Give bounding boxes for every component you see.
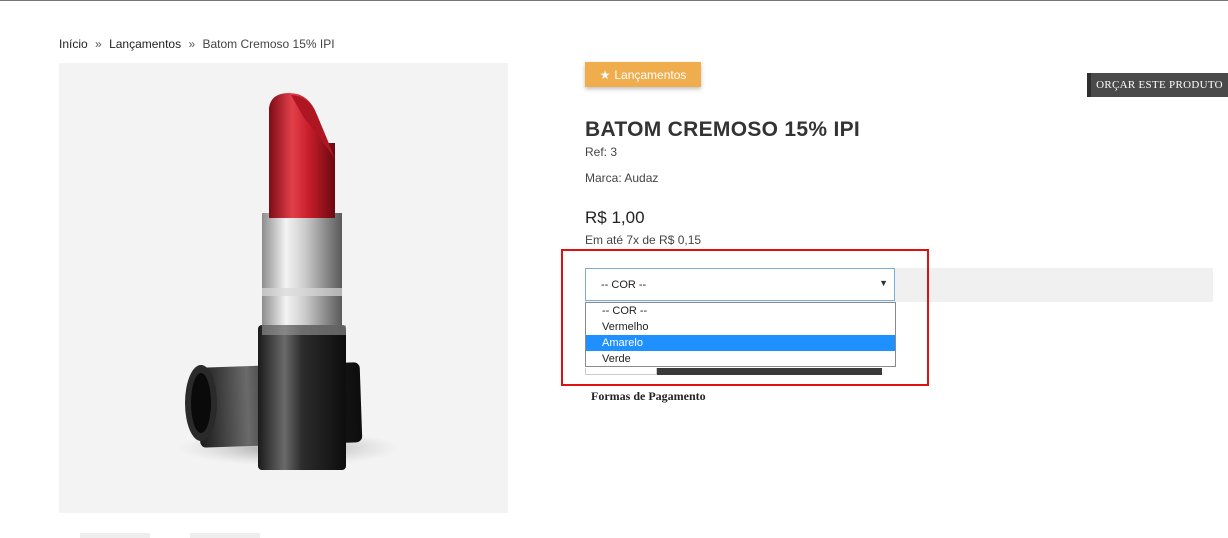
breadcrumb-current: Batom Cremoso 15% IPI [202, 37, 335, 51]
product-title: BATOM CREMOSO 15% IPI [585, 118, 861, 141]
installments-text: Em até 7x de R$ 0,15 [585, 233, 702, 247]
breadcrumb-separator: » [95, 37, 102, 51]
breadcrumb-separator: » [188, 37, 196, 51]
breadcrumb-home[interactable]: Início [59, 37, 88, 51]
thumbnail[interactable] [80, 533, 150, 538]
product-brand: Marca: Audaz [585, 171, 659, 185]
product-image[interactable] [59, 63, 508, 513]
star-icon: ★ [599, 67, 611, 82]
top-divider [0, 0, 1228, 1]
category-badge-label: Lançamentos [614, 67, 687, 82]
product-price: R$ 1,00 [585, 208, 645, 227]
lipstick-image [59, 63, 508, 513]
thumbnail[interactable] [190, 533, 260, 538]
thumbnail-strip [80, 533, 260, 538]
product-ref: Ref: 3 [585, 145, 618, 159]
breadcrumb-category[interactable]: Lançamentos [109, 37, 181, 51]
category-badge[interactable]: ★ Lançamentos [585, 62, 701, 87]
breadcrumb: Início » Lançamentos » Batom Cremoso 15%… [59, 37, 335, 51]
quote-product-button[interactable]: ORÇAR ESTE PRODUTO [1087, 73, 1228, 97]
annotation-highlight [561, 249, 929, 386]
payment-methods-heading: Formas de Pagamento [591, 389, 706, 403]
